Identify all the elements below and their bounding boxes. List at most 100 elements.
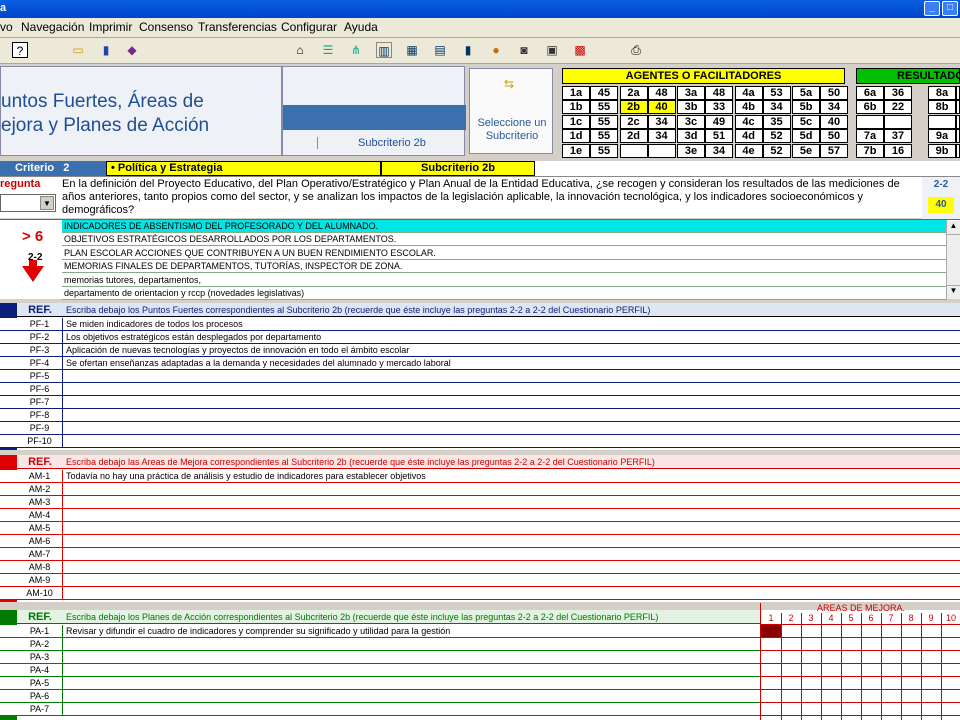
resultado-code[interactable]: 8a — [928, 86, 956, 100]
evidence-item[interactable]: PLAN ESCOLAR ACCIONES QUE CONTRIBUYEN A … — [62, 247, 947, 260]
table-row[interactable]: AM-4 — [0, 509, 960, 522]
menu-item-transferencias[interactable]: Transferencias — [198, 19, 277, 35]
evidence-item[interactable]: OBJETIVOS ESTRATÉGICOS DESARROLLADOS POR… — [62, 233, 947, 247]
resultado-code[interactable]: 8b — [928, 100, 956, 115]
home-icon[interactable]: ⌂ — [292, 42, 308, 58]
table-row[interactable]: AM-10 — [0, 587, 960, 600]
menu-item-consenso[interactable]: Consenso — [139, 19, 193, 35]
camera-icon[interactable]: ◙ — [516, 42, 532, 58]
minimize-button[interactable]: _ — [924, 1, 940, 16]
table-row[interactable]: PF-4 Se ofertan enseñanzas adaptadas a la… — [0, 357, 960, 370]
print-icon[interactable]: ⎙ — [628, 42, 644, 58]
table-row[interactable]: PF-3 Aplicación de nuevas tecnologías y p… — [0, 344, 960, 357]
table-icon[interactable]: ▤ — [432, 42, 448, 58]
table-row[interactable]: PA-5 — [0, 677, 760, 690]
agente-code[interactable]: 5d — [792, 129, 820, 144]
resultado-code[interactable]: 9a — [928, 129, 956, 144]
table-row[interactable]: PF-5 — [0, 370, 960, 383]
folder-icon[interactable]: ▭ — [70, 42, 86, 58]
agente-code[interactable]: 1d — [562, 129, 590, 144]
table-row[interactable]: AM-6 — [0, 535, 960, 548]
evidence-item[interactable]: MEMORIAS FINALES DE DEPARTAMENTOS, TUTOR… — [62, 260, 947, 274]
book-icon[interactable]: ◆ — [124, 42, 140, 58]
chart-icon[interactable]: ▥ — [376, 42, 392, 58]
table-row[interactable]: AM-7 — [0, 548, 960, 561]
table-row[interactable]: AM-5 — [0, 522, 960, 535]
table-row[interactable]: PA-2 — [0, 638, 760, 651]
table-row[interactable]: AM-8 — [0, 561, 960, 574]
table-row[interactable]: PF-1 Se miden indicadores de todos los pr… — [0, 318, 960, 331]
chevron-down-icon[interactable]: ▼ — [40, 196, 54, 210]
resultado-code[interactable] — [928, 114, 956, 129]
pf-text[interactable]: Aplicación de nuevas tecnologías y proye… — [66, 344, 409, 356]
tree-icon[interactable]: ⋔ — [348, 42, 364, 58]
bar-chart-icon[interactable]: ▮ — [460, 42, 476, 58]
pa-text[interactable]: Revisar y difundir el cuadro de indicado… — [66, 625, 450, 637]
table-row[interactable]: AM-1 Todavía no hay una práctica de análi… — [0, 470, 960, 483]
area-selected-cell[interactable] — [761, 625, 781, 637]
pregunta-select[interactable]: ▼ — [0, 194, 56, 212]
scroll-up-icon[interactable]: ▲ — [947, 221, 960, 235]
table-row[interactable]: PF-8 — [0, 409, 960, 422]
menu-item-navegacion[interactable]: Navegación — [21, 19, 84, 35]
resultado-code[interactable]: 9b — [928, 143, 956, 158]
table-row[interactable]: PA-1 Revisar y difundir el cuadro de indi… — [0, 625, 760, 638]
document-icon[interactable]: ▮ — [98, 42, 114, 58]
help-icon[interactable]: ? — [12, 42, 28, 58]
agente-code[interactable]: 4d — [734, 129, 763, 144]
agente-code[interactable]: 5c — [792, 114, 820, 129]
agente-code[interactable]: 4c — [734, 114, 763, 129]
target-icon[interactable]: ● — [488, 42, 504, 58]
select-subcriterio-button[interactable]: ⇆ Seleccione un Subcriterio — [469, 68, 553, 154]
agente-code[interactable]: 3e — [677, 143, 705, 158]
agente-code[interactable] — [619, 143, 648, 158]
table-row[interactable]: PA-4 — [0, 664, 760, 677]
table-row[interactable]: PA-3 — [0, 651, 760, 664]
table-row[interactable]: AM-9 — [0, 574, 960, 587]
table-row[interactable]: PA-6 — [0, 690, 760, 703]
table-row[interactable]: PA-7 — [0, 703, 760, 716]
resultado-code[interactable]: 7b — [856, 143, 884, 158]
agente-code[interactable]: 3b — [677, 100, 705, 115]
photo-icon[interactable]: ▣ — [544, 42, 560, 58]
agente-code[interactable]: 1e — [562, 143, 590, 158]
pf-text[interactable]: Los objetivos estratégicos están despleg… — [66, 331, 321, 343]
table-row[interactable]: PF-10 — [0, 435, 960, 448]
agente-code[interactable]: 4b — [734, 100, 763, 115]
calendar-icon[interactable]: ▩ — [572, 42, 588, 58]
menu-item-configurar[interactable]: Configurar — [281, 19, 337, 35]
agente-code[interactable]: 2c — [619, 114, 648, 129]
menu-item-ayuda[interactable]: Ayuda — [344, 19, 378, 35]
pf-text[interactable]: Se miden indicadores de todos los proces… — [66, 318, 243, 330]
table-row[interactable]: PF-9 — [0, 422, 960, 435]
evidence-item[interactable]: INDICADORES DE ABSENTISMO DEL PROFESORAD… — [62, 220, 947, 233]
agente-code[interactable]: 2b — [619, 100, 648, 115]
agente-code[interactable]: 2d — [619, 129, 648, 144]
agente-code[interactable]: 4a — [734, 86, 763, 100]
table-row[interactable]: PF-6 — [0, 383, 960, 396]
evidence-item[interactable]: departamento de orientacion y rccp (nove… — [62, 287, 947, 300]
evidence-list[interactable]: INDICADORES DE ABSENTISMO DEL PROFESORAD… — [0, 220, 947, 300]
agente-code[interactable]: 1c — [562, 114, 590, 129]
agente-code[interactable]: 3a — [677, 86, 705, 100]
agente-code[interactable]: 3d — [677, 129, 705, 144]
table-row[interactable]: AM-2 — [0, 483, 960, 496]
maximize-button[interactable]: □ — [942, 1, 958, 16]
agente-code[interactable]: 5b — [792, 100, 820, 115]
table-row[interactable]: PF-2 Los objetivos estratégicos están des… — [0, 331, 960, 344]
agente-code[interactable]: 5a — [792, 86, 820, 100]
scroll-down-icon[interactable]: ▼ — [947, 285, 960, 299]
agente-code[interactable]: 5e — [792, 143, 820, 158]
table-row[interactable]: AM-3 — [0, 496, 960, 509]
menu-item-archivo[interactable]: vo — [0, 19, 13, 35]
menu-item-imprimir[interactable]: Imprimir — [89, 19, 132, 35]
resultado-code[interactable]: 6a — [856, 86, 884, 100]
evidence-item[interactable]: memorias tutores, departamentos, — [62, 274, 947, 287]
pf-text[interactable]: Se ofertan enseñanzas adaptadas a la dem… — [66, 357, 451, 369]
am-text[interactable]: Todavía no hay una práctica de análisis … — [66, 470, 426, 482]
grid-icon[interactable]: ▦ — [404, 42, 420, 58]
agente-code[interactable]: 1a — [562, 86, 590, 100]
resultado-code[interactable]: 6b — [856, 100, 884, 115]
agente-code[interactable]: 4e — [734, 143, 763, 158]
evidence-scrollbar[interactable]: ▲ ▼ — [946, 221, 960, 299]
